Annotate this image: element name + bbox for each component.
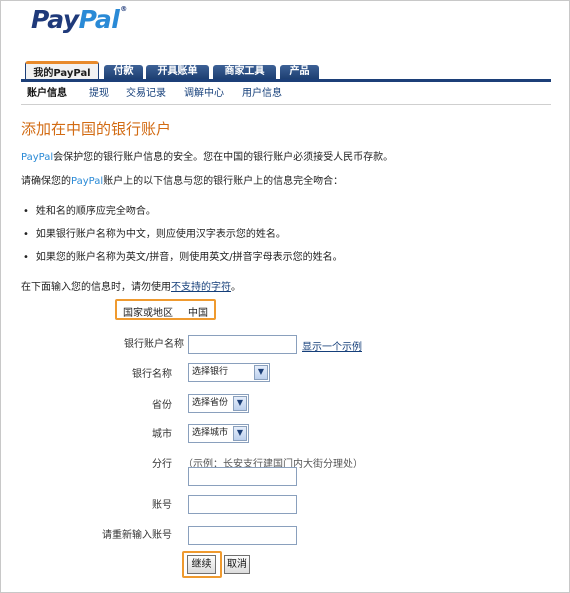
- show-example-link[interactable]: 显示一个示例: [302, 338, 362, 353]
- account-name-input[interactable]: [188, 335, 297, 354]
- subnav-history[interactable]: 交易记录: [126, 85, 166, 103]
- subnav-divider: [21, 104, 551, 105]
- bank-name-label: 银行名称: [132, 369, 172, 380]
- city-label: 城市: [152, 429, 172, 440]
- tab-pay[interactable]: 付款: [104, 65, 143, 79]
- subnav-account-info[interactable]: 账户信息: [27, 85, 67, 103]
- city-select[interactable]: 选择城市 ▼: [188, 424, 249, 443]
- account-number-input[interactable]: [188, 495, 297, 514]
- chevron-down-icon: ▼: [233, 396, 247, 411]
- branch-input[interactable]: [188, 467, 297, 486]
- province-select[interactable]: 选择省份 ▼: [188, 394, 249, 413]
- tab-products[interactable]: 产品: [280, 65, 319, 79]
- unsupported-chars-link[interactable]: 不支持的字符: [171, 282, 231, 293]
- bullet-item: 姓和名的顺序应完全吻合。: [23, 202, 156, 217]
- province-label: 省份: [152, 400, 172, 411]
- country-value: 中国: [188, 308, 208, 319]
- reenter-account-label: 请重新输入账号: [102, 530, 172, 541]
- intro-line-1: PayPal会保护您的银行账户信息的安全。您在中国的银行账户必须接受人民币存款。: [21, 152, 394, 163]
- subnav-withdraw[interactable]: 提现: [89, 85, 109, 103]
- bank-select[interactable]: 选择银行 ▼: [188, 363, 270, 382]
- country-label: 国家或地区: [123, 308, 173, 319]
- paypal-logo: PayPal®: [31, 5, 127, 34]
- bullet-item: 如果银行账户名称为中文，则应使用汉字表示您的姓名。: [23, 225, 286, 240]
- tab-bar-underline: [21, 79, 551, 82]
- tab-billing[interactable]: 开具账单: [146, 65, 209, 79]
- subnav: 账户信息 提现 交易记录 调解中心 用户信息: [1, 85, 569, 103]
- subnav-user-info[interactable]: 用户信息: [242, 85, 282, 103]
- continue-button[interactable]: 继续: [187, 555, 216, 574]
- branch-label: 分行: [152, 459, 172, 470]
- unsupported-chars-note: 在下面输入您的信息时，请勿使用不支持的字符。: [21, 282, 241, 293]
- intro-line-2: 请确保您的PayPal账户上的以下信息与您的银行账户上的信息完全吻合：: [21, 176, 344, 187]
- chevron-down-icon: ▼: [254, 365, 268, 380]
- account-number-label: 账号: [152, 500, 172, 511]
- chevron-down-icon: ▼: [233, 426, 247, 441]
- reenter-account-input[interactable]: [188, 526, 297, 545]
- account-name-label: 银行账户名称: [124, 339, 184, 350]
- tab-merchant-tools[interactable]: 商家工具: [213, 65, 276, 79]
- cancel-button[interactable]: 取消: [224, 555, 250, 574]
- page-frame: PayPal® 我的PayPal 付款 开具账单 商家工具 产品 账户信息 提现…: [0, 0, 570, 593]
- subnav-resolution-center[interactable]: 调解中心: [184, 85, 224, 103]
- bullet-item: 如果您的账户名称为英文/拼音，则使用英文/拼音字母表示您的姓名。: [23, 248, 343, 263]
- page-title: 添加在中国的银行账户: [21, 120, 172, 138]
